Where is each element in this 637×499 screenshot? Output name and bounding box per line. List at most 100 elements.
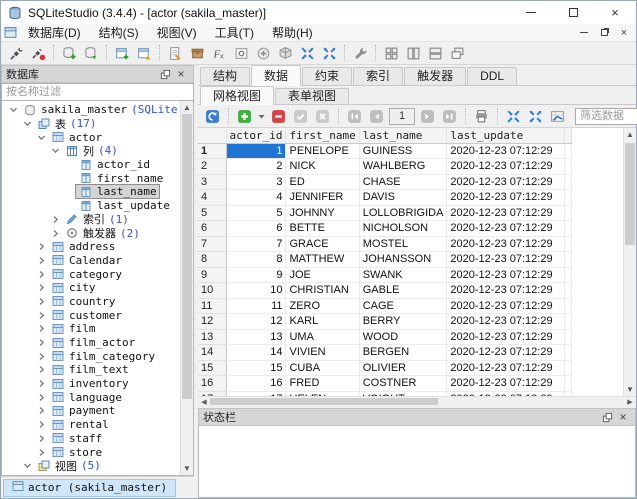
tree-item-body[interactable]: first_name	[76, 172, 165, 185]
scroll-right-icon[interactable]: ▶	[624, 397, 636, 406]
table-row[interactable]: 55JOHNNYLOLLOBRIGIDA2020-12-23 07:12:29	[198, 205, 572, 221]
cell-actor_id[interactable]: 8	[226, 252, 286, 268]
expander-closed-icon[interactable]	[34, 256, 48, 265]
menu-item[interactable]: 数据库(D)	[19, 24, 90, 41]
restore-window-icon[interactable]	[133, 43, 155, 63]
scroll-down-icon[interactable]: ▼	[624, 383, 636, 396]
add-row-dropdown-icon[interactable]	[256, 107, 267, 126]
tree-item-body[interactable]: 触发器(2)	[62, 225, 142, 241]
cell-actor_id[interactable]: 4	[226, 190, 286, 206]
table-row[interactable]: 1010CHRISTIANGABLE2020-12-23 07:12:29	[198, 283, 572, 299]
extension-manager-icon[interactable]	[274, 43, 296, 63]
close-panel-button[interactable]: ×	[173, 67, 189, 81]
tab-触发器[interactable]: 触发器	[404, 67, 466, 85]
cell-last_name[interactable]: WOOD	[359, 329, 447, 345]
tree-item-film_actor[interactable]: film_actor	[2, 336, 180, 350]
table-row[interactable]: 1111ZEROCAGE2020-12-23 07:12:29	[198, 298, 572, 314]
tree-item-payment[interactable]: payment	[2, 404, 180, 418]
fit-rows-icon[interactable]	[525, 107, 546, 126]
tree-item-body[interactable]: 视图(5)	[34, 458, 103, 474]
cell-last_name[interactable]: DAVIS	[359, 190, 447, 206]
cell-first_name[interactable]: GRACE	[286, 236, 359, 252]
cell-first_name[interactable]: PENELOPE	[286, 143, 359, 159]
row-number-cell[interactable]: 2	[198, 159, 226, 175]
tree-item-body[interactable]: 列(4)	[62, 143, 120, 159]
close-panel-button[interactable]: ×	[615, 410, 631, 424]
data-filter-input[interactable]	[575, 108, 637, 125]
tree-item-category[interactable]: category	[2, 267, 180, 281]
tile-horizontal-icon[interactable]	[402, 43, 424, 63]
open-sql-editor-icon[interactable]	[111, 43, 133, 63]
menu-item[interactable]: 结构(S)	[90, 24, 148, 41]
row-number-header[interactable]	[198, 128, 226, 143]
tree-item-city[interactable]: city	[2, 281, 180, 295]
expander-open-icon[interactable]	[6, 105, 20, 114]
tile-vertical-icon[interactable]	[424, 43, 446, 63]
tree-item-body[interactable]: actor_id	[76, 158, 152, 171]
tree-item-body[interactable]: category	[48, 268, 124, 281]
cell-last_name[interactable]: NICHOLSON	[359, 221, 447, 237]
cell-last_name[interactable]: SWANK	[359, 267, 447, 283]
row-number-cell[interactable]: 1	[198, 143, 226, 159]
table-row[interactable]: 99JOESWANK2020-12-23 07:12:29	[198, 267, 572, 283]
table-row[interactable]: 11PENELOPEGUINESS2020-12-23 07:12:29	[198, 143, 572, 159]
tree-item-body[interactable]: payment	[48, 404, 117, 417]
cell-actor_id[interactable]: 6	[226, 221, 286, 237]
cell-first_name[interactable]: JOE	[286, 267, 359, 283]
tree-item-body[interactable]: address	[48, 240, 117, 253]
tree-item-body[interactable]: sakila_master(SQLite 3)	[20, 103, 180, 116]
tab-DDL[interactable]: DDL	[467, 67, 517, 85]
tree-item-body[interactable]: 表(17)	[34, 116, 99, 132]
table-row[interactable]: 44JENNIFERDAVIS2020-12-23 07:12:29	[198, 190, 572, 206]
tree-item-body[interactable]: film_actor	[48, 336, 137, 349]
tree-item-视图[interactable]: 视图(5)	[2, 459, 180, 473]
cell-last_update[interactable]: 2020-12-23 07:12:29	[447, 159, 565, 175]
cell-last_update[interactable]: 2020-12-23 07:12:29	[447, 267, 565, 283]
expander-closed-icon[interactable]	[34, 434, 48, 443]
cell-last_name[interactable]: COSTNER	[359, 376, 447, 392]
tree-item-表[interactable]: 表(17)	[2, 117, 180, 131]
tree-item-language[interactable]: language	[2, 390, 180, 404]
scroll-down-icon[interactable]: ▼	[181, 462, 193, 475]
cell-actor_id[interactable]: 10	[226, 283, 286, 299]
expander-closed-icon[interactable]	[34, 393, 48, 402]
expander-closed-icon[interactable]	[34, 365, 48, 374]
tree-item-body[interactable]: customer	[48, 309, 124, 322]
expander-closed-icon[interactable]	[34, 352, 48, 361]
table-row[interactable]: 33EDCHASE2020-12-23 07:12:29	[198, 174, 572, 190]
view-tab-网格视图[interactable]: 网格视图	[200, 86, 274, 105]
cell-actor_id[interactable]: 1	[226, 143, 286, 159]
scroll-up-icon[interactable]: ▲	[624, 128, 636, 141]
grid-hscroll-thumb[interactable]	[210, 398, 438, 405]
tree-filter-input[interactable]	[1, 83, 194, 101]
grid-hscroll-track[interactable]	[210, 397, 624, 406]
expander-closed-icon[interactable]	[34, 324, 48, 333]
cell-first_name[interactable]: VIVIEN	[286, 345, 359, 361]
row-number-cell[interactable]: 16	[198, 376, 226, 392]
grid-scroll-thumb[interactable]	[625, 143, 635, 245]
grid-scroll-track[interactable]	[624, 141, 636, 383]
cell-first_name[interactable]: KARL	[286, 314, 359, 330]
cell-actor_id[interactable]: 15	[226, 360, 286, 376]
row-number-cell[interactable]: 12	[198, 314, 226, 330]
cell-actor_id[interactable]: 5	[226, 205, 286, 221]
tree-item-body[interactable]: rental	[48, 418, 111, 431]
tree-item-body[interactable]: country	[48, 295, 117, 308]
table-row[interactable]: 1414VIVIENBERGEN2020-12-23 07:12:29	[198, 345, 572, 361]
view-tab-表单视图[interactable]: 表单视图	[275, 88, 349, 104]
tree-item-inventory[interactable]: inventory	[2, 377, 180, 391]
expander-closed-icon[interactable]	[48, 215, 62, 224]
commit-icon[interactable]	[290, 107, 311, 126]
cell-last_name[interactable]: JOHANSSON	[359, 252, 447, 268]
cell-last_update[interactable]: 2020-12-23 07:12:29	[447, 345, 565, 361]
maximize-button[interactable]	[552, 1, 594, 24]
cell-last_update[interactable]: 2020-12-23 07:12:29	[447, 329, 565, 345]
tree-item-触发器[interactable]: 触发器(2)	[2, 226, 180, 240]
data-grid-table[interactable]: actor_idfirst_namelast_namelast_update 1…	[198, 128, 572, 396]
cell-actor_id[interactable]: 3	[226, 174, 286, 190]
cell-actor_id[interactable]: 16	[226, 376, 286, 392]
tree-item-film_text[interactable]: film_text	[2, 363, 180, 377]
cell-last_update[interactable]: 2020-12-23 07:12:29	[447, 174, 565, 190]
tree-item-staff[interactable]: staff	[2, 432, 180, 446]
grid-body[interactable]: 11PENELOPEGUINESS2020-12-23 07:12:2922NI…	[198, 143, 572, 396]
